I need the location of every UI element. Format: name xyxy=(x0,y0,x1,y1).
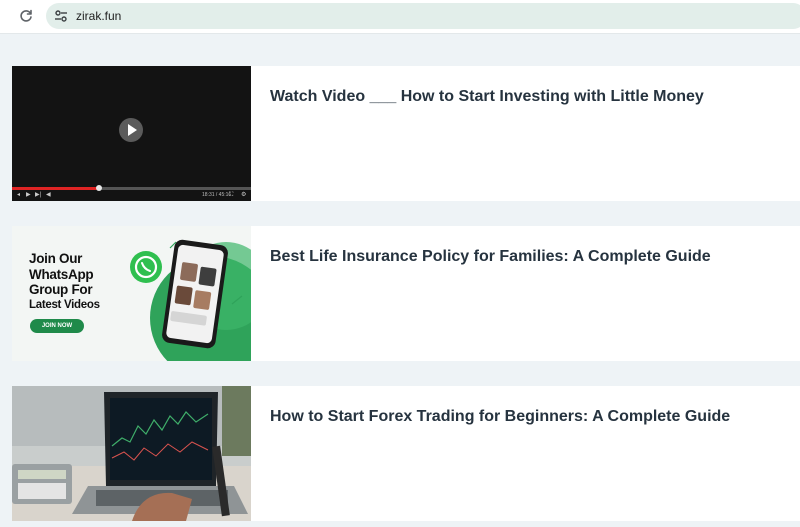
video-time: 18:31 / 45:16 xyxy=(202,192,232,198)
reload-icon[interactable] xyxy=(18,8,34,24)
whatsapp-banner-thumbnail[interactable]: Join Our WhatsApp Group For Latest Video… xyxy=(12,226,251,361)
banner-headline: Join Our WhatsApp Group For Latest Video… xyxy=(29,251,100,313)
progress-fill xyxy=(12,187,98,190)
join-now-button[interactable]: JOIN NOW xyxy=(30,319,84,333)
browser-toolbar: › zirak.fun xyxy=(0,0,800,34)
post-card[interactable]: How to Start Forex Trading for Beginners… xyxy=(12,386,800,521)
banner-line: Latest Videos xyxy=(29,298,100,311)
laptop-trading-thumbnail[interactable] xyxy=(12,386,251,521)
play-icon[interactable] xyxy=(119,118,143,142)
video-progress-bar[interactable] xyxy=(12,185,251,191)
fullscreen-icon[interactable]: ⛶ xyxy=(229,192,233,198)
post-title[interactable]: Watch Video ___ How to Start Investing w… xyxy=(270,87,790,107)
arrow-right-icon[interactable]: › xyxy=(0,9,8,23)
post-card[interactable]: Join Our WhatsApp Group For Latest Video… xyxy=(12,226,800,361)
volume-icon[interactable]: ◀ xyxy=(46,192,51,198)
address-bar[interactable]: zirak.fun xyxy=(46,3,800,29)
post-title[interactable]: Best Life Insurance Policy for Families:… xyxy=(270,247,790,267)
video-thumbnail[interactable]: ◂ ▶ ▶| ◀ 18:31 / 45:16 ⛶ ⚙ xyxy=(12,66,251,201)
post-card[interactable]: ◂ ▶ ▶| ◀ 18:31 / 45:16 ⛶ ⚙ Watch Video _… xyxy=(12,66,800,201)
banner-line: Join Our xyxy=(29,251,83,266)
tune-icon[interactable] xyxy=(53,8,69,24)
url-text: zirak.fun xyxy=(76,9,122,23)
next-icon[interactable]: ▶| xyxy=(35,192,41,198)
banner-line: WhatsApp xyxy=(29,266,94,282)
forex-photo xyxy=(12,386,251,521)
skip-back-icon[interactable]: ◂ xyxy=(17,192,20,198)
post-title[interactable]: How to Start Forex Trading for Beginners… xyxy=(270,407,790,427)
progress-handle[interactable] xyxy=(96,185,102,191)
play-small-icon[interactable]: ▶ xyxy=(26,192,31,198)
banner-line: Group For xyxy=(29,282,93,297)
gear-icon[interactable]: ⚙ xyxy=(241,192,246,198)
